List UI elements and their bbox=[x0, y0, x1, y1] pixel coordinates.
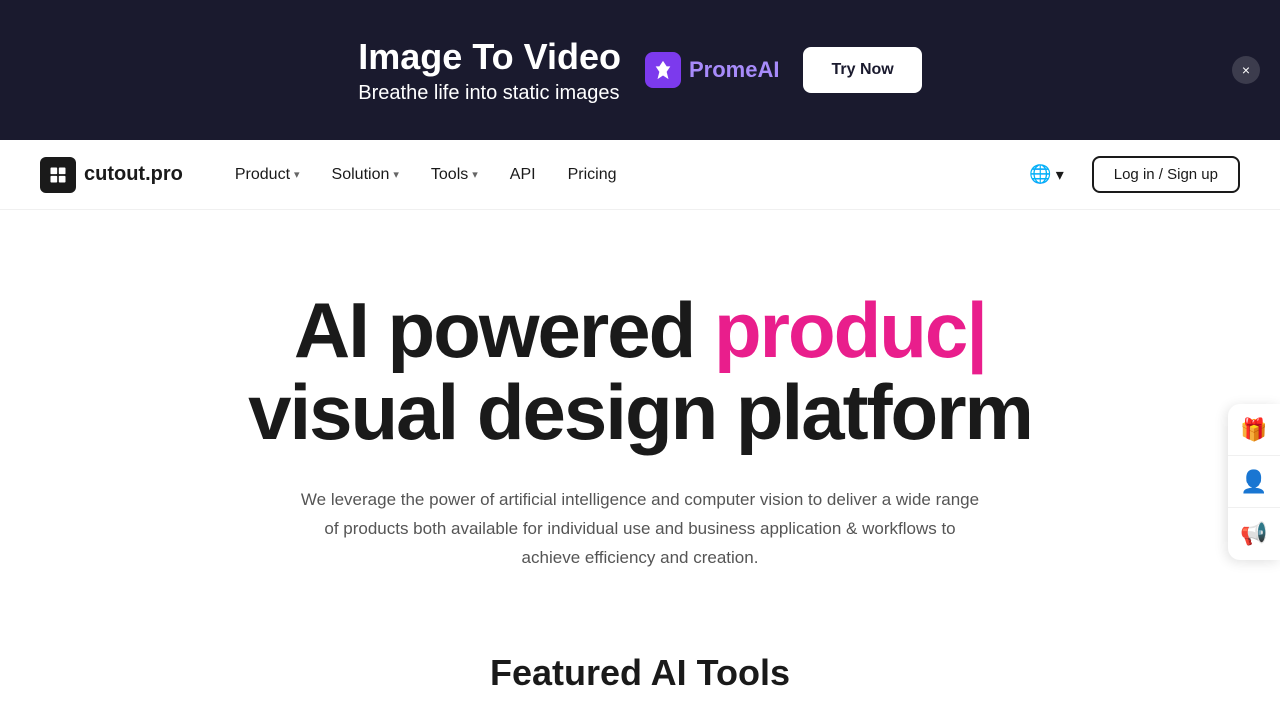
nav-tools-label: Tools bbox=[431, 166, 468, 184]
promo-banner: Image To Video Breathe life into static … bbox=[0, 0, 1280, 140]
language-selector[interactable]: 🌐 ▾ bbox=[1017, 156, 1075, 193]
try-now-button[interactable]: Try Now bbox=[803, 47, 921, 93]
banner-subtitle: Breathe life into static images bbox=[358, 82, 621, 105]
logo[interactable]: cutout.pro bbox=[40, 157, 183, 193]
nav-api-label: API bbox=[510, 166, 536, 184]
banner-logo: PromeAI bbox=[645, 52, 779, 88]
lang-chevron: ▾ bbox=[1056, 165, 1064, 185]
featured-ai-tools-title: Featured AI Tools bbox=[0, 632, 1280, 694]
hero-heading-prefix: AI powered bbox=[294, 286, 714, 374]
banner-text: Image To Video Breathe life into static … bbox=[358, 36, 621, 105]
nav-product-chevron: ▾ bbox=[294, 168, 300, 181]
hero-section: AI powered produc visual design platform… bbox=[0, 210, 1280, 632]
nav-api[interactable]: API bbox=[498, 158, 548, 192]
alert-button[interactable]: 📢 bbox=[1228, 508, 1280, 560]
hero-heading: AI powered produc visual design platform bbox=[165, 290, 1115, 454]
floating-sidebar: 🎁 👤 📢 bbox=[1228, 404, 1280, 560]
hero-description: We leverage the power of artificial inte… bbox=[300, 486, 980, 573]
login-signup-button[interactable]: Log in / Sign up bbox=[1092, 156, 1240, 193]
logo-icon bbox=[40, 157, 76, 193]
nav-product-label: Product bbox=[235, 166, 290, 184]
nav-right: 🌐 ▾ Log in / Sign up bbox=[1017, 156, 1240, 193]
hero-heading-highlight: produc bbox=[714, 286, 986, 374]
logo-text: cutout.pro bbox=[84, 163, 183, 186]
gift-button[interactable]: 🎁 bbox=[1228, 404, 1280, 456]
nav-tools-chevron: ▾ bbox=[472, 168, 478, 181]
nav-tools[interactable]: Tools ▾ bbox=[419, 158, 490, 192]
lang-icon: 🌐 bbox=[1029, 164, 1051, 185]
nav-pricing-label: Pricing bbox=[568, 166, 617, 184]
banner-close-button[interactable]: × bbox=[1232, 56, 1260, 84]
nav-links: Product ▾ Solution ▾ Tools ▾ API Pricing bbox=[223, 158, 1017, 192]
nav-product[interactable]: Product ▾ bbox=[223, 158, 312, 192]
hero-heading-suffix: visual design platform bbox=[248, 368, 1032, 456]
user-support-button[interactable]: 👤 bbox=[1228, 456, 1280, 508]
nav-solution[interactable]: Solution ▾ bbox=[320, 158, 411, 192]
promeai-icon bbox=[645, 52, 681, 88]
banner-title: Image To Video bbox=[358, 36, 621, 78]
nav-solution-chevron: ▾ bbox=[393, 168, 399, 181]
promeai-name: PromeAI bbox=[689, 57, 779, 83]
navbar: cutout.pro Product ▾ Solution ▾ Tools ▾ … bbox=[0, 140, 1280, 210]
nav-pricing[interactable]: Pricing bbox=[556, 158, 629, 192]
nav-solution-label: Solution bbox=[332, 166, 390, 184]
